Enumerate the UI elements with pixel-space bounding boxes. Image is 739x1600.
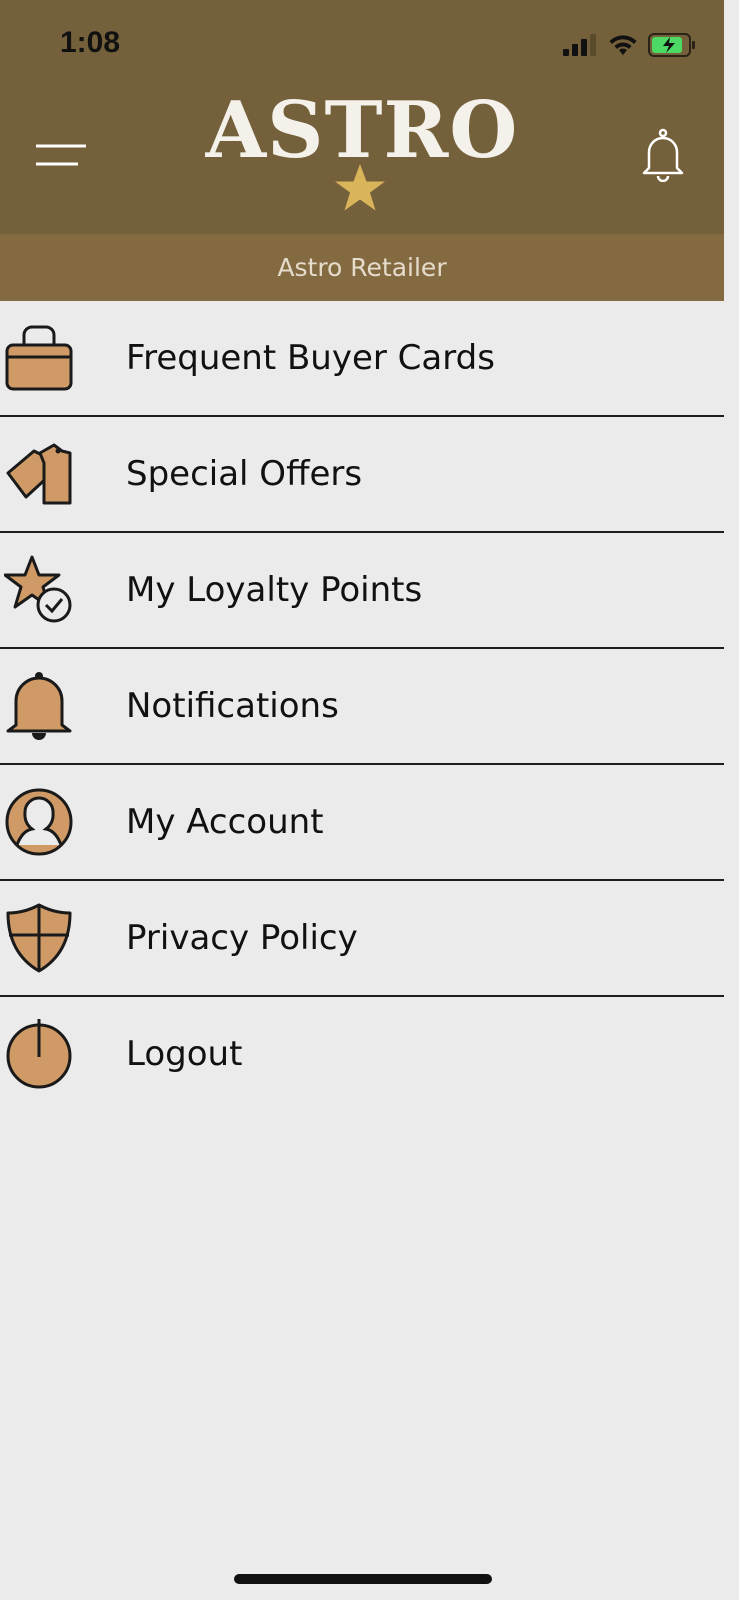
home-indicator[interactable] (234, 1574, 492, 1584)
status-time: 1:08 (60, 26, 121, 59)
menu-item-logout[interactable]: Logout (0, 997, 724, 1113)
star-check-icon (4, 555, 72, 623)
menu-item-label: Logout (126, 1034, 243, 1074)
user-avatar-icon (5, 788, 73, 856)
menu-item-label: Special Offers (126, 454, 363, 494)
main-menu: Frequent Buyer Cards Special Offers My L… (0, 301, 724, 1113)
menu-item-notifications[interactable]: Notifications (0, 649, 724, 765)
shopping-bag-icon (5, 325, 73, 391)
bell-icon (6, 672, 72, 740)
menu-item-label: Frequent Buyer Cards (126, 338, 495, 378)
price-tag-icon (6, 443, 72, 505)
signal-icon (563, 34, 596, 56)
app-header: 1:08 ASTRO (0, 0, 724, 234)
app-logo: ASTRO (180, 88, 544, 218)
power-icon (6, 1019, 72, 1089)
wifi-icon (609, 35, 637, 55)
menu-item-label: My Account (126, 802, 324, 842)
battery-icon (648, 33, 695, 57)
logo-star-icon (335, 164, 385, 211)
menu-item-my-loyalty-points[interactable]: My Loyalty Points (0, 533, 724, 649)
menu-item-label: Privacy Policy (126, 918, 358, 958)
menu-item-label: My Loyalty Points (126, 570, 423, 610)
status-icons (562, 30, 696, 60)
retailer-name: Astro Retailer (277, 253, 447, 282)
notifications-bell-icon[interactable] (640, 128, 686, 182)
hamburger-menu-icon[interactable] (36, 142, 88, 172)
menu-item-my-account[interactable]: My Account (0, 765, 724, 881)
menu-item-special-offers[interactable]: Special Offers (0, 417, 724, 533)
menu-item-frequent-buyer-cards[interactable]: Frequent Buyer Cards (0, 301, 724, 417)
subheader: Astro Retailer (0, 234, 724, 301)
shield-icon (6, 903, 72, 973)
menu-item-privacy-policy[interactable]: Privacy Policy (0, 881, 724, 997)
menu-item-label: Notifications (126, 686, 339, 726)
